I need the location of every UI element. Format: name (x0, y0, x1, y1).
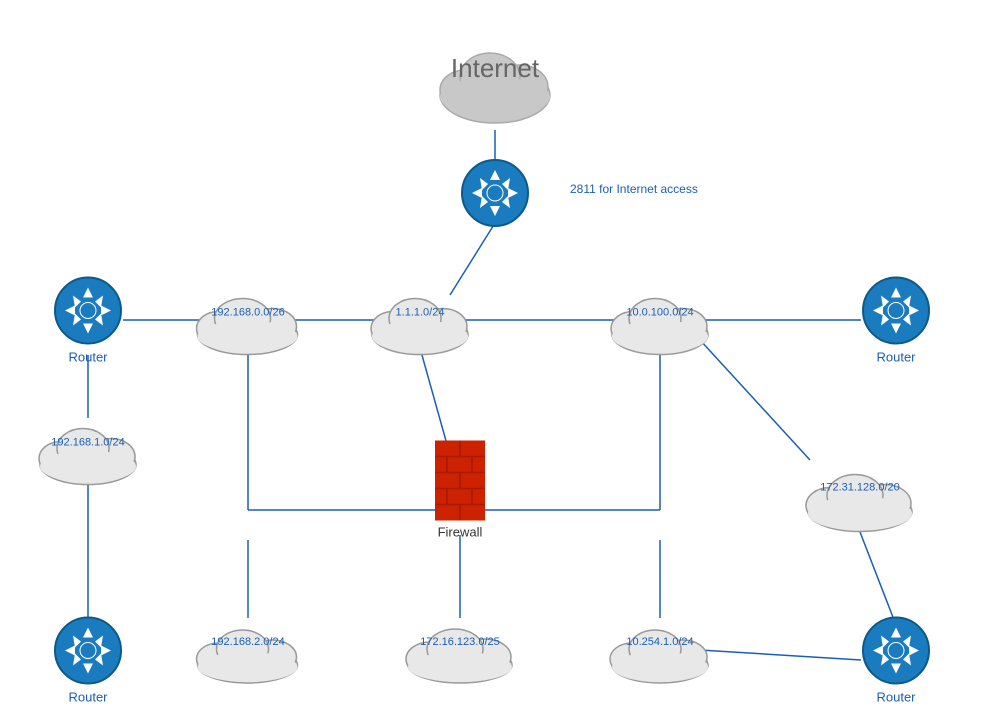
cloud-center-label: 1.1.1.0/24 (396, 307, 445, 319)
router-left: Router (53, 276, 123, 365)
cloud-bottom-right: 10.254.1.0/24 (605, 615, 715, 685)
router-top (460, 158, 530, 228)
cloud-center: 1.1.1.0/24 (365, 283, 475, 358)
cloud-right: 10.0.100.0/24 (605, 283, 715, 358)
cloud-right2: 172.31.128.0/20 (800, 460, 920, 535)
router-bottom-left: Router (53, 616, 123, 705)
cloud-bottom-right-label: 10.254.1.0/24 (626, 636, 693, 648)
router-bottom-right-label: Router (876, 690, 915, 705)
network-diagram: Internet 2811 for Internet access (0, 0, 990, 725)
router-bottom-left-label: Router (68, 690, 107, 705)
cloud-lower-left-label: 192.168.1.0/24 (51, 437, 124, 449)
cloud-bottom-left: 192.168.2.0/24 (191, 615, 306, 685)
router-right: Router (861, 276, 931, 365)
cloud-lower-left: 192.168.1.0/24 (33, 413, 143, 488)
router-right-label: Router (876, 350, 915, 365)
cloud-right-label: 10.0.100.0/24 (626, 307, 693, 319)
router-bottom-right: Router (861, 616, 931, 705)
cloud-bottom-center: 172.16.123.0/25 (400, 615, 520, 685)
internet-label: Internet (451, 53, 539, 83)
top-router-annotation: 2811 for Internet access (570, 182, 698, 196)
cloud-bottom-center-label: 172.16.123.0/25 (420, 636, 500, 648)
cloud-bottom-left-label: 192.168.2.0/24 (211, 636, 284, 648)
cloud-right2-label: 172.31.128.0/20 (820, 482, 900, 494)
firewall-label: Firewall (438, 525, 483, 540)
cloud-left-label: 192.168.0.0/26 (211, 307, 284, 319)
internet-cloud: Internet (430, 35, 560, 125)
cloud-left: 192.168.0.0/26 (191, 283, 306, 358)
router-left-label: Router (68, 350, 107, 365)
firewall: Firewall (435, 441, 485, 540)
